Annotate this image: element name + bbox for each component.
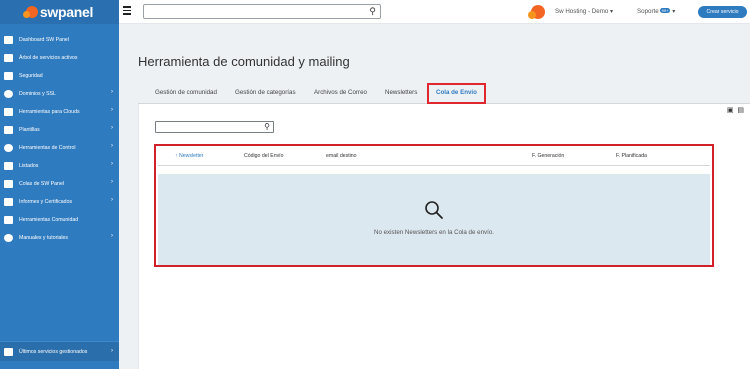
- sidebar-item-templates[interactable]: Plantillas ›: [0, 121, 119, 139]
- chevron-down-icon: ›: [111, 125, 113, 131]
- chevron-down-icon: ›: [111, 161, 113, 167]
- chevron-down-icon: ›: [111, 179, 113, 185]
- search-icon[interactable]: ⚲: [369, 6, 376, 17]
- sidebar-item-label: Árbol de servicios activos: [19, 55, 78, 61]
- column-header-email[interactable]: email destino: [326, 153, 357, 159]
- menu-icon[interactable]: [123, 6, 131, 15]
- report-icon: [4, 198, 13, 206]
- logo-icon: [22, 6, 38, 18]
- page-title: Herramienta de comunidad y mailing: [138, 54, 350, 69]
- empty-search-icon: [425, 201, 443, 219]
- account-menu[interactable]: Sw Hosting - Demo ▾: [555, 8, 613, 15]
- tab-community-management[interactable]: Gestión de comunidad: [155, 89, 217, 96]
- tab-bar: Gestión de comunidad Gestión de categorí…: [138, 82, 750, 104]
- sidebar-item-label: Plantillas: [19, 127, 40, 133]
- queue-search-input[interactable]: ⚲: [155, 121, 274, 133]
- sidebar-item-domains[interactable]: Dominios y SSL ›: [0, 85, 119, 103]
- queue-panel: ▣ ▤ ⚲ ↑ Newsletter Código del Envío emai…: [138, 104, 750, 369]
- sidebar-item-dashboard[interactable]: Dashboard SW Panel: [0, 31, 119, 49]
- chevron-down-icon: ›: [111, 143, 113, 149]
- column-header-newsletter[interactable]: ↑ Newsletter: [175, 153, 204, 159]
- create-service-button[interactable]: Crear servicio: [698, 6, 747, 18]
- history-icon: [4, 347, 13, 356]
- sidebar-nav: Dashboard SW Panel Árbol de servicios ac…: [0, 31, 119, 247]
- table-header: ↑ Newsletter Código del Envío email dest…: [158, 146, 710, 166]
- support-badge: 99+: [659, 8, 671, 13]
- sidebar-item-community-tools[interactable]: Herramientas Comunidad: [0, 211, 119, 229]
- sidebar-item-security[interactable]: Seguridad: [0, 67, 119, 85]
- tab-mail-archives[interactable]: Archivos de Correo: [314, 89, 367, 96]
- account-icon[interactable]: [528, 5, 545, 19]
- sidebar-item-label: Seguridad: [19, 73, 43, 79]
- empty-state: No existen Newsletters en la Cola de env…: [158, 174, 710, 265]
- sidebar-item-label: Colas de SW Panel: [19, 181, 64, 187]
- sidebar-item-service-tree[interactable]: Árbol de servicios activos: [0, 49, 119, 67]
- sidebar-item-cloud-tools[interactable]: Herramientas para Clouds ›: [0, 103, 119, 121]
- chevron-down-icon: ▾: [610, 8, 614, 15]
- account-name: Sw Hosting - Demo: [555, 8, 609, 15]
- chevron-down-icon: ›: [111, 197, 113, 203]
- toolbox-icon: [4, 108, 13, 116]
- sidebar-item-label: Informes y Certificados: [19, 199, 73, 205]
- sidebar-item-label: Listados: [19, 163, 39, 169]
- logo[interactable]: swpanel: [0, 0, 119, 24]
- chevron-down-icon: ›: [111, 89, 113, 95]
- dashboard-icon: [4, 36, 13, 44]
- column-header-planned-date[interactable]: F. Planificada: [616, 153, 647, 159]
- tab-category-management[interactable]: Gestión de categorías: [235, 89, 296, 96]
- sidebar-item-reports[interactable]: Informes y Certificados ›: [0, 193, 119, 211]
- help-icon: [4, 234, 13, 242]
- chevron-down-icon: ▾: [672, 8, 676, 15]
- sidebar-item-label: Manuales y tutoriales: [19, 235, 69, 241]
- document-icon: [4, 126, 13, 134]
- search-icon[interactable]: ⚲: [264, 122, 270, 131]
- column-header-generation-date[interactable]: F. Generación: [532, 153, 564, 159]
- sidebar-item-label: Dominios y SSL: [19, 91, 56, 97]
- support-label: Soporte: [637, 8, 659, 15]
- tree-icon: [4, 54, 13, 62]
- empty-message: No existen Newsletters en la Cola de env…: [373, 229, 495, 236]
- sidebar: swpanel Dashboard SW Panel Árbol de serv…: [0, 0, 119, 369]
- tab-newsletters[interactable]: Newsletters: [385, 89, 417, 96]
- layers-icon: [4, 180, 13, 188]
- chevron-down-icon: ›: [111, 348, 113, 354]
- queue-table: ↑ Newsletter Código del Envío email dest…: [154, 144, 714, 267]
- search-input[interactable]: ⚲: [143, 4, 381, 19]
- topbar: ⚲ Sw Hosting - Demo ▾ Soporte 99+ ▾ Crear…: [119, 0, 750, 24]
- column-header-send-code[interactable]: Código del Envío: [244, 153, 284, 159]
- toolbox-icon: [4, 216, 13, 224]
- sidebar-item-label: Herramientas Comunidad: [19, 217, 79, 223]
- sidebar-item-listings[interactable]: Listados ›: [0, 157, 119, 175]
- support-menu[interactable]: Soporte 99+ ▾: [637, 8, 675, 15]
- sidebar-item-label: Dashboard SW Panel: [19, 37, 69, 43]
- sidebar-item-queues[interactable]: Colas de SW Panel ›: [0, 175, 119, 193]
- export-icons[interactable]: ▣ ▤: [727, 106, 745, 114]
- chevron-down-icon: ›: [111, 233, 113, 239]
- sidebar-item-label: Herramientas para Clouds: [19, 109, 80, 115]
- check-circle-icon: [4, 144, 13, 152]
- sidebar-item-label: Herramientas de Control: [19, 145, 76, 151]
- shield-icon: [4, 72, 13, 80]
- chevron-down-icon: ›: [111, 107, 113, 113]
- sidebar-item-control-tools[interactable]: Herramientas de Control ›: [0, 139, 119, 157]
- sidebar-item-label: Últimos servicios gestionados: [19, 348, 88, 355]
- sidebar-item-recent-services[interactable]: Últimos servicios gestionados ›: [0, 341, 119, 361]
- tab-send-queue[interactable]: Cola de Envío: [436, 89, 477, 96]
- logo-text: swpanel: [39, 4, 94, 20]
- sidebar-item-manuals[interactable]: Manuales y tutoriales ›: [0, 229, 119, 247]
- list-icon: [4, 162, 13, 170]
- globe-icon: [4, 90, 13, 98]
